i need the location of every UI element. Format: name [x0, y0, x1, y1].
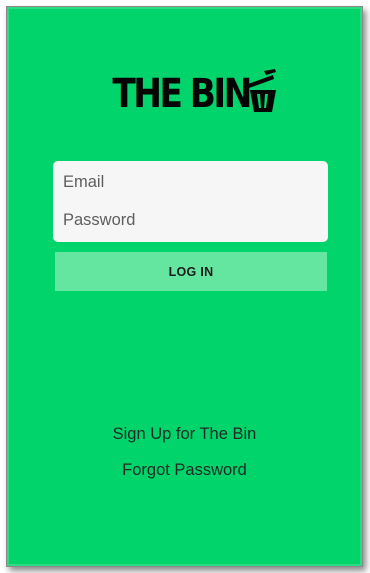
app-logo: THE BIN — [7, 59, 362, 129]
app-frame: THE BIN LOG IN Sign Up for The Bin Forgo… — [0, 0, 370, 573]
login-form-card — [53, 161, 328, 242]
login-button[interactable]: LOG IN — [55, 252, 327, 291]
email-field[interactable] — [63, 167, 318, 197]
password-field[interactable] — [63, 205, 318, 235]
forgot-password-link[interactable]: Forgot Password — [7, 461, 362, 480]
signup-link[interactable]: Sign Up for The Bin — [7, 425, 362, 444]
login-screen: THE BIN LOG IN Sign Up for The Bin Forgo… — [6, 6, 363, 567]
logo-text: THE BIN — [111, 71, 252, 117]
trash-bin-icon — [248, 69, 277, 112]
